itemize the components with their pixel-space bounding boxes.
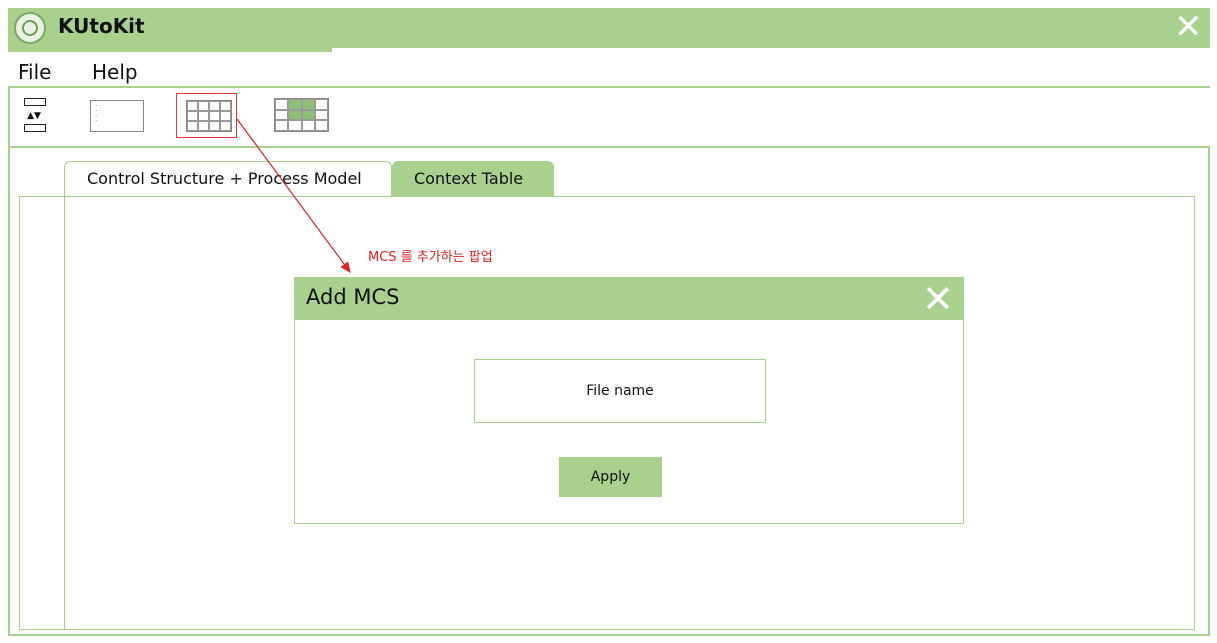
control-structure-icon bbox=[24, 98, 46, 106]
app-title: KUtoKit bbox=[58, 14, 145, 38]
control-structure-box-icon bbox=[24, 124, 46, 132]
menu-help[interactable]: Help bbox=[92, 60, 138, 84]
file-name-field[interactable]: File name bbox=[474, 359, 766, 423]
add-mcs-table-button[interactable] bbox=[186, 100, 232, 132]
list-icon: · · · · bbox=[95, 102, 98, 125]
menu-file[interactable]: File bbox=[18, 60, 51, 84]
tab-context-table-label[interactable]: Context Table bbox=[414, 169, 523, 188]
left-side-panel bbox=[19, 196, 65, 630]
annotation-label: MCS 를 추가하는 팝업 bbox=[368, 250, 493, 265]
menu-bar bbox=[8, 52, 1210, 88]
title-bar-app-area bbox=[8, 8, 332, 52]
apply-button[interactable]: Apply bbox=[559, 457, 662, 497]
app-close-icon[interactable]: ✕ bbox=[1174, 10, 1203, 44]
tab-control-structure-label[interactable]: Control Structure + Process Model bbox=[87, 169, 362, 188]
dialog-close-icon[interactable]: ✕ bbox=[922, 280, 954, 318]
list-tool-button[interactable] bbox=[90, 100, 144, 132]
dialog-title: Add MCS bbox=[306, 285, 400, 309]
context-table-tool-button[interactable] bbox=[274, 98, 329, 132]
control-structure-arrows-icon: ▲▼ bbox=[27, 111, 41, 121]
app-logo-icon bbox=[14, 12, 46, 44]
